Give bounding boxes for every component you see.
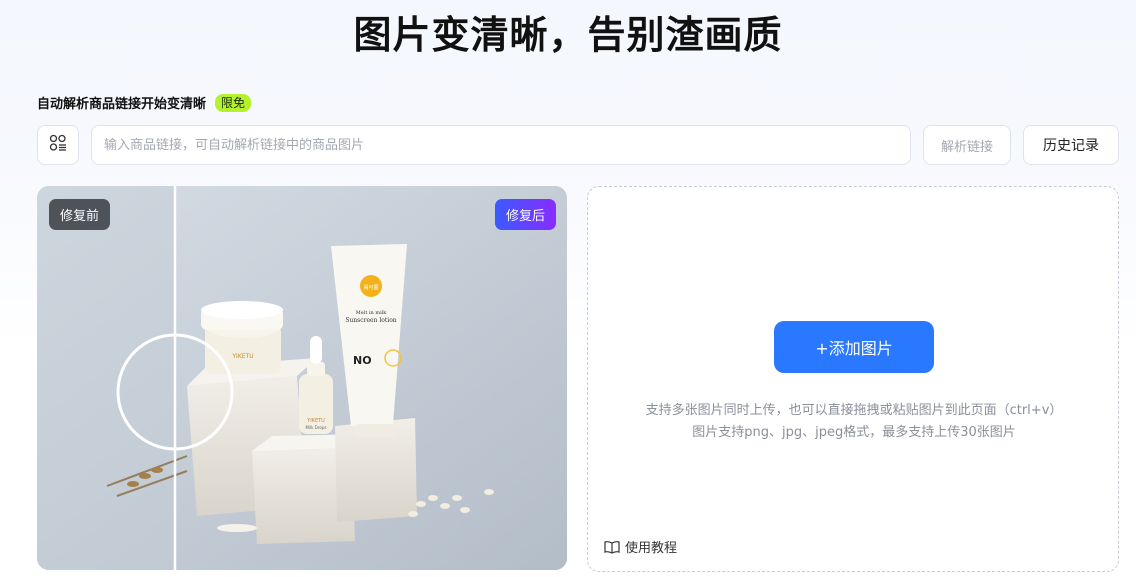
- history-button[interactable]: 历史记录: [1023, 125, 1119, 165]
- after-label: 修复后: [494, 199, 556, 230]
- tutorial-label: 使用教程: [625, 541, 678, 556]
- link-section-header: 自动解析商品链接开始变清晰 限免: [37, 93, 252, 112]
- tutorial-link[interactable]: 使用教程: [604, 537, 677, 556]
- add-image-button[interactable]: +添加图片: [774, 321, 934, 373]
- bottle-brand-text: YIKETU: [306, 418, 325, 424]
- link-section-label: 自动解析商品链接开始变清晰: [37, 97, 207, 112]
- tube-no-text: NO: [353, 354, 372, 367]
- upload-hint-line1: 支持多张图片同时上传，也可以直接拖拽或粘贴图片到此页面（ctrl+v）: [645, 403, 1063, 418]
- grid-list-button[interactable]: [37, 125, 79, 165]
- upload-dropzone[interactable]: +添加图片 支持多张图片同时上传，也可以直接拖拽或粘贴图片到此页面（ctrl+v…: [587, 186, 1119, 572]
- page-title: 图片变清晰，告别渣画质: [353, 13, 783, 57]
- upload-hint-line2: 图片支持png、jpg、jpeg格式，最多支持上传30张图片: [692, 425, 1016, 440]
- free-badge: 限免: [215, 93, 252, 112]
- page: 图片变清晰，告别渣画质 自动解析商品链接开始变清晰 限免 解析链接 历史记录: [0, 0, 1136, 577]
- grid-list-icon: [49, 134, 67, 156]
- bottle-subtitle-text: Milk Drops: [306, 425, 327, 430]
- book-icon: [604, 540, 620, 554]
- link-toolbar: 解析链接 历史记录: [37, 125, 1119, 165]
- parse-link-button[interactable]: 解析链接: [923, 125, 1011, 165]
- before-label: 修复前: [49, 199, 111, 230]
- jar-brand-text: YIKETU: [231, 353, 253, 360]
- product-photo: YIKETU YIKETU Milk Drops 易可图 Melt in mil…: [37, 186, 567, 570]
- tube-logo-text: 易可图: [363, 285, 378, 291]
- tube-line2-text: Sunscreen lotion: [345, 317, 396, 324]
- product-link-input[interactable]: [91, 125, 911, 165]
- before-after-compare[interactable]: YIKETU YIKETU Milk Drops 易可图 Melt in mil…: [37, 186, 567, 570]
- tube-line1-text: Melt in milk: [356, 310, 388, 316]
